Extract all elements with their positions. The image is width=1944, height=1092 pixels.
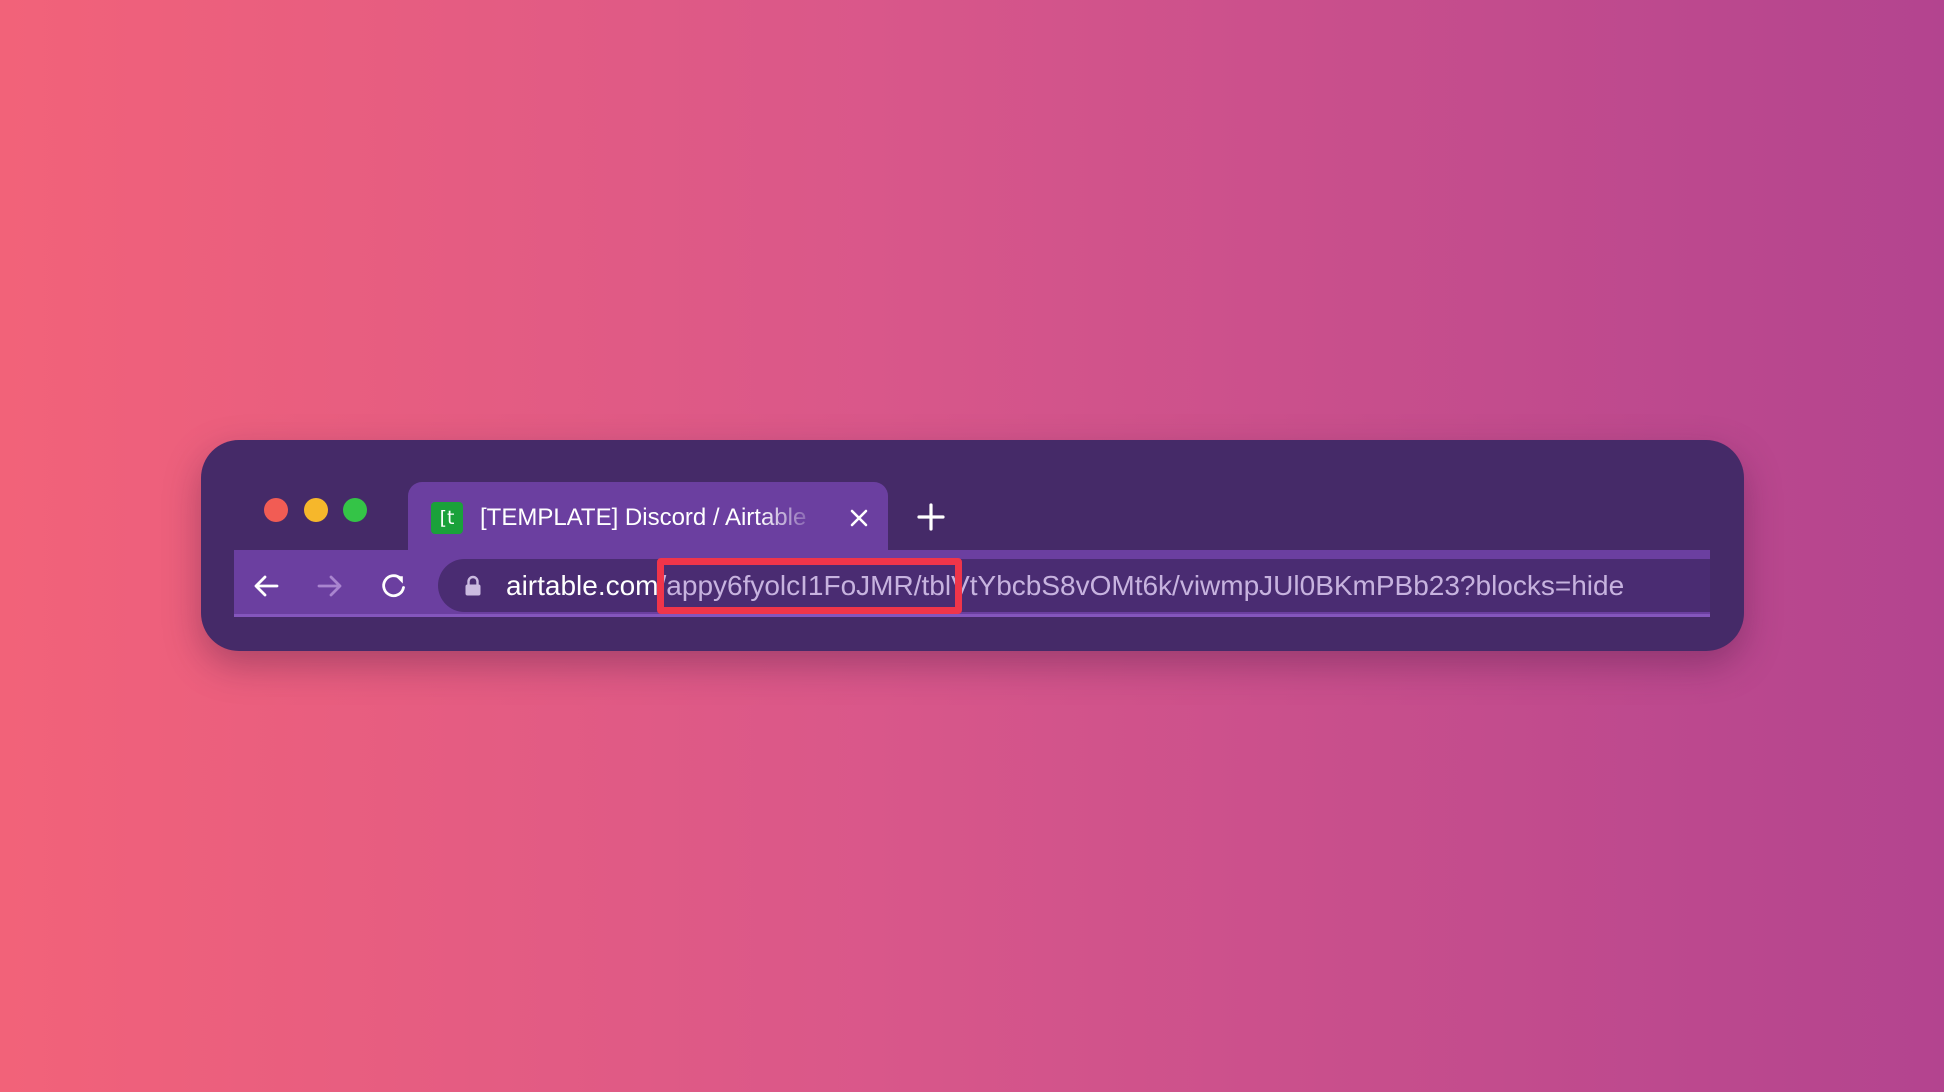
url-domain: airtable.com: [506, 570, 659, 601]
close-icon[interactable]: [846, 505, 872, 531]
reload-icon[interactable]: [378, 570, 410, 602]
maximize-window-button[interactable]: [343, 498, 367, 522]
tab-title: [TEMPLATE] Discord / Airtable: [480, 504, 807, 531]
lock-icon[interactable]: [463, 575, 483, 597]
arrow-right-icon[interactable]: [314, 570, 346, 602]
airtable-favicon-icon: [t: [431, 502, 463, 534]
browser-tab[interactable]: [t [TEMPLATE] Discord / Airtable: [408, 482, 888, 550]
plus-icon[interactable]: [914, 500, 948, 534]
close-window-button[interactable]: [264, 498, 288, 522]
url-highlight-box: [657, 558, 962, 614]
minimize-window-button[interactable]: [304, 498, 328, 522]
arrow-left-icon[interactable]: [250, 570, 282, 602]
